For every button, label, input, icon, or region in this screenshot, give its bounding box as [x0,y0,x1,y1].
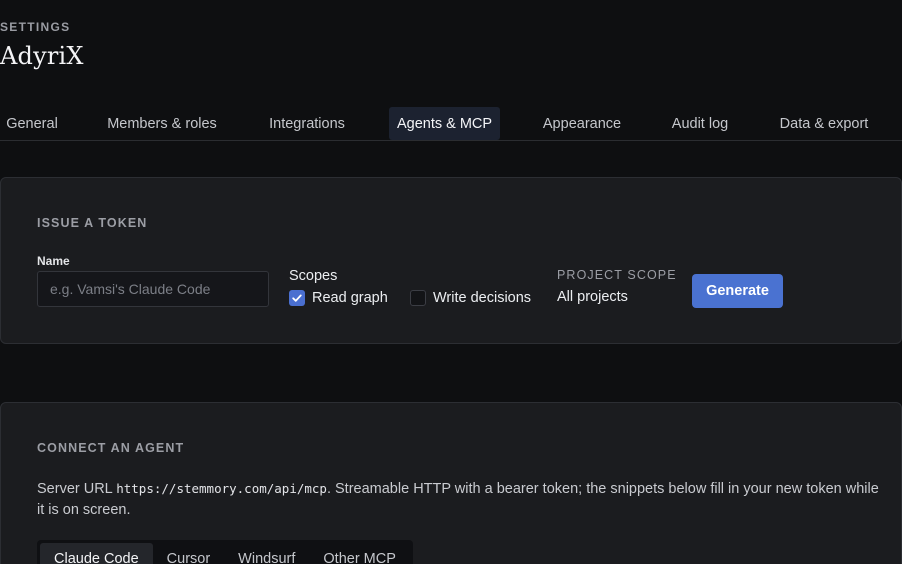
settings-eyebrow: SETTINGS [0,20,71,34]
scopes-label: Scopes [289,268,338,284]
name-label: Name [37,254,70,268]
tab-members-roles[interactable]: Members & roles [96,107,228,140]
agent-tabs: Claude Code Cursor Windsurf Other MCP [37,540,413,564]
generate-button[interactable]: Generate [692,274,783,308]
agent-tab-windsurf[interactable]: Windsurf [224,543,309,564]
connect-agent-title: CONNECT AN AGENT [37,441,185,455]
server-url-prefix: Server URL [37,481,117,497]
scope-write-decisions[interactable]: Write decisions [410,288,531,308]
tab-audit-log[interactable]: Audit log [662,107,738,140]
project-scope-label: PROJECT SCOPE [557,268,677,282]
issue-token-title: ISSUE A TOKEN [37,216,148,230]
tab-appearance[interactable]: Appearance [532,107,632,140]
tab-integrations[interactable]: Integrations [258,107,356,140]
write-decisions-label: Write decisions [433,290,532,306]
agent-tab-cursor[interactable]: Cursor [153,543,225,564]
server-url[interactable]: https://stemmory.com/api/mcp [116,481,327,496]
agent-tab-other-mcp[interactable]: Other MCP [309,543,410,564]
tab-general[interactable]: General [0,107,64,140]
server-url-description: Server URL https://stemmory.com/api/mcp.… [37,478,887,521]
settings-tabs: General Members & roles Integrations Age… [0,106,902,141]
tab-agents-mcp[interactable]: Agents & MCP [389,107,500,140]
check-icon [292,294,302,302]
agent-tab-claude-code[interactable]: Claude Code [40,543,153,564]
token-name-input[interactable] [37,271,269,307]
write-decisions-checkbox[interactable] [410,290,426,306]
project-scope-value[interactable]: All projects [557,289,628,305]
tab-data-export[interactable]: Data & export [770,107,878,140]
page-title: AdyriX [0,42,84,70]
settings-page: SETTINGS AdyriX General Members & roles … [0,0,902,564]
issue-token-card: ISSUE A TOKEN Name Scopes Read graph Wri… [0,177,902,344]
connect-agent-card: CONNECT AN AGENT Server URL https://stem… [0,402,902,564]
scope-read-graph[interactable]: Read graph [289,288,388,308]
read-graph-checkbox[interactable] [289,290,305,306]
read-graph-label: Read graph [312,290,388,306]
